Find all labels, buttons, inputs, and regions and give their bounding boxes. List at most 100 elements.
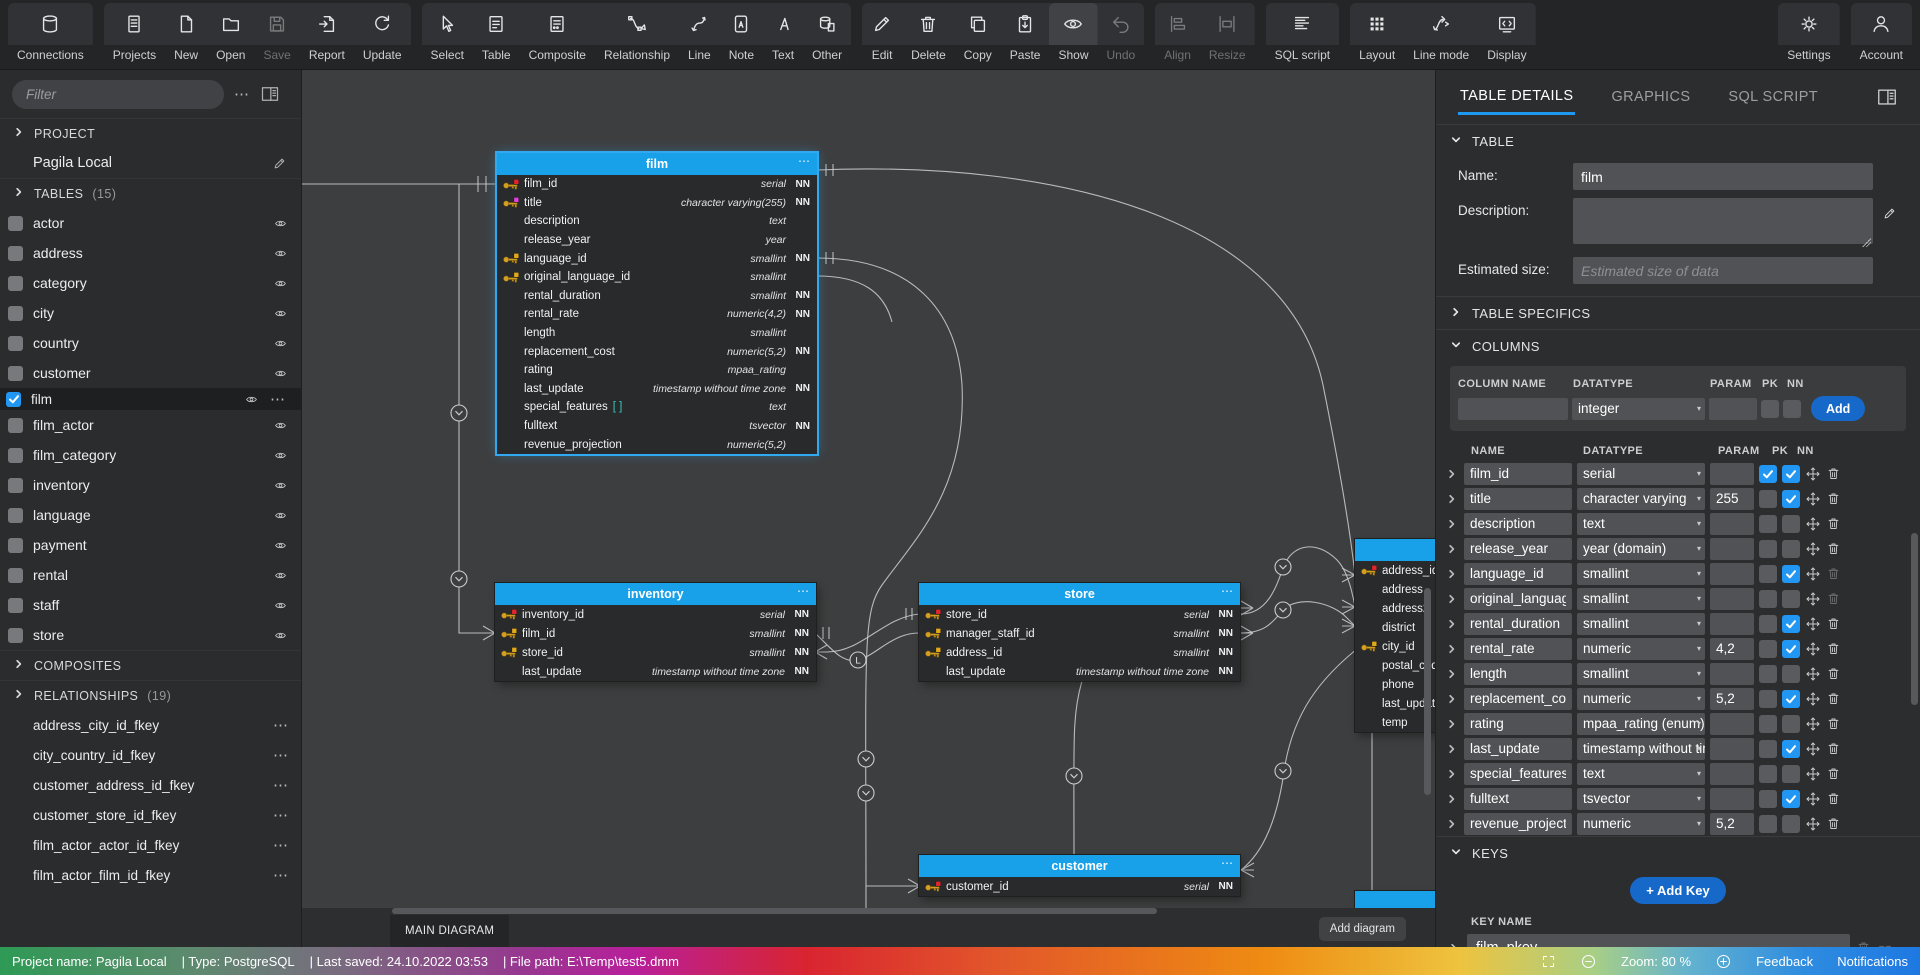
sidebar-toggle-icon[interactable]	[260, 84, 280, 104]
sidebar-item-customer_store_id_fkey[interactable]: customer_store_id_fkey⋯	[0, 800, 301, 830]
show-button[interactable]: Show	[1049, 3, 1097, 62]
feedback-link[interactable]: Feedback	[1756, 954, 1813, 969]
sidebar-item-actor[interactable]: actor	[0, 208, 301, 238]
column-param-input[interactable]	[1710, 538, 1754, 560]
nn-checkbox[interactable]	[1782, 465, 1800, 483]
column-name-input[interactable]	[1464, 788, 1572, 810]
pk-checkbox[interactable]	[1759, 815, 1777, 833]
pk-checkbox[interactable]	[1759, 790, 1777, 808]
table-checkbox[interactable]	[8, 216, 23, 231]
fullscreen-icon[interactable]	[1541, 954, 1556, 969]
table-checkbox[interactable]	[8, 628, 23, 643]
pk-checkbox[interactable]	[1759, 490, 1777, 508]
report-button[interactable]: Report	[300, 3, 354, 62]
add-diagram-button[interactable]: Add diagram	[1319, 917, 1406, 941]
move-row-icon[interactable]	[1805, 766, 1821, 782]
sidebar-item-city_country_id_fkey[interactable]: city_country_id_fkey⋯	[0, 740, 301, 770]
move-row-icon[interactable]	[1805, 691, 1821, 707]
nn-checkbox[interactable]	[1782, 665, 1800, 683]
move-row-icon[interactable]	[1805, 566, 1821, 582]
item-menu-icon[interactable]: ⋯	[270, 390, 286, 408]
table-header[interactable]: inventory⋯	[495, 583, 816, 605]
sidebar-item-payment[interactable]: payment	[0, 530, 301, 560]
section-composites[interactable]: COMPOSITES	[0, 650, 301, 680]
column-name-input[interactable]	[1464, 488, 1572, 510]
expand-row-icon[interactable]	[1446, 493, 1459, 505]
line-mode-button[interactable]: Line mode	[1404, 3, 1478, 62]
table-header[interactable]: film⋯	[497, 153, 817, 175]
delete-column-icon[interactable]	[1826, 666, 1841, 681]
table-checkbox[interactable]	[8, 598, 23, 613]
column-name-input[interactable]	[1464, 813, 1572, 835]
expand-row-icon[interactable]	[1446, 693, 1459, 705]
sidebar-item-staff[interactable]: staff	[0, 590, 301, 620]
datatype-select[interactable]: numeric▾	[1577, 638, 1705, 660]
table-checkbox[interactable]	[8, 478, 23, 493]
zoom-in-icon[interactable]	[1715, 953, 1732, 970]
item-menu-icon[interactable]: ⋯	[273, 776, 289, 794]
column-param-input[interactable]	[1710, 513, 1754, 535]
visibility-eye-icon[interactable]	[272, 629, 289, 642]
expand-row-icon[interactable]	[1446, 543, 1459, 555]
datatype-select[interactable]: integer▾	[1572, 398, 1705, 420]
account-button[interactable]: Account	[1851, 3, 1912, 62]
panel-scrollbar[interactable]	[1911, 533, 1918, 705]
expand-row-icon[interactable]	[1446, 468, 1459, 480]
move-row-icon[interactable]	[1805, 591, 1821, 607]
notifications-link[interactable]: Notifications	[1837, 954, 1908, 969]
delete-column-icon[interactable]	[1826, 466, 1841, 481]
pk-checkbox[interactable]	[1759, 715, 1777, 733]
table-menu-icon[interactable]: ⋯	[797, 584, 809, 598]
diagram-table-clipped-table[interactable]	[1355, 891, 1435, 908]
key-link-icon[interactable]	[1877, 940, 1893, 948]
column-name-input[interactable]	[1464, 613, 1572, 635]
layout-button[interactable]: Layout	[1350, 3, 1404, 62]
table-header[interactable]: store⋯	[919, 583, 1240, 605]
filter-input[interactable]	[12, 80, 224, 109]
sidebar-item-city[interactable]: city	[0, 298, 301, 328]
table-menu-icon[interactable]: ⋯	[1221, 584, 1233, 598]
delete-column-icon[interactable]	[1826, 716, 1841, 731]
delete-column-icon[interactable]	[1826, 591, 1841, 606]
section-tables[interactable]: TABLES(15)	[0, 178, 301, 208]
move-row-icon[interactable]	[1805, 741, 1821, 757]
save-button[interactable]: Save	[254, 3, 299, 62]
nn-checkbox[interactable]	[1782, 690, 1800, 708]
add-key-button[interactable]: + Add Key	[1630, 877, 1725, 904]
table-header[interactable]: customer⋯	[919, 855, 1240, 877]
pk-checkbox[interactable]	[1759, 665, 1777, 683]
new-nn-checkbox[interactable]	[1783, 400, 1801, 418]
pk-checkbox[interactable]	[1759, 465, 1777, 483]
sidebar-item-country[interactable]: country	[0, 328, 301, 358]
pk-checkbox[interactable]	[1759, 640, 1777, 658]
visibility-eye-icon[interactable]	[272, 479, 289, 492]
table-header[interactable]: address⋯	[1355, 539, 1435, 561]
move-row-icon[interactable]	[1805, 816, 1821, 832]
delete-button[interactable]: Delete	[902, 3, 955, 62]
table-description-field[interactable]	[1573, 198, 1873, 244]
table-checkbox[interactable]	[8, 508, 23, 523]
diagram-canvas[interactable]: L film⋯film_idserialNNtitlecharacter var…	[302, 70, 1435, 908]
table-checkbox[interactable]	[8, 418, 23, 433]
new-column-param-input[interactable]	[1709, 398, 1757, 420]
add-column-button[interactable]: Add	[1811, 396, 1865, 421]
align-button[interactable]: Align	[1155, 3, 1200, 62]
pk-checkbox[interactable]	[1759, 515, 1777, 533]
pk-checkbox[interactable]	[1759, 615, 1777, 633]
column-name-input[interactable]	[1464, 588, 1572, 610]
item-menu-icon[interactable]: ⋯	[273, 866, 289, 884]
visibility-eye-icon[interactable]	[272, 337, 289, 350]
table-header[interactable]	[1355, 891, 1435, 908]
estimated-size-field[interactable]	[1573, 257, 1873, 284]
tab-table-details[interactable]: TABLE DETAILS	[1458, 80, 1575, 115]
move-row-icon[interactable]	[1805, 466, 1821, 482]
move-row-icon[interactable]	[1805, 616, 1821, 632]
paste-button[interactable]: Paste	[1001, 3, 1050, 62]
column-param-input[interactable]	[1710, 613, 1754, 635]
nn-checkbox[interactable]	[1782, 765, 1800, 783]
sidebar-item-address_city_id_fkey[interactable]: address_city_id_fkey⋯	[0, 710, 301, 740]
sidebar-item-film_actor_film_id_fkey[interactable]: film_actor_film_id_fkey⋯	[0, 860, 301, 890]
tab-sql-script[interactable]: SQL SCRIPT	[1726, 81, 1820, 113]
section-project[interactable]: PROJECT	[0, 118, 301, 148]
move-row-icon[interactable]	[1805, 516, 1821, 532]
